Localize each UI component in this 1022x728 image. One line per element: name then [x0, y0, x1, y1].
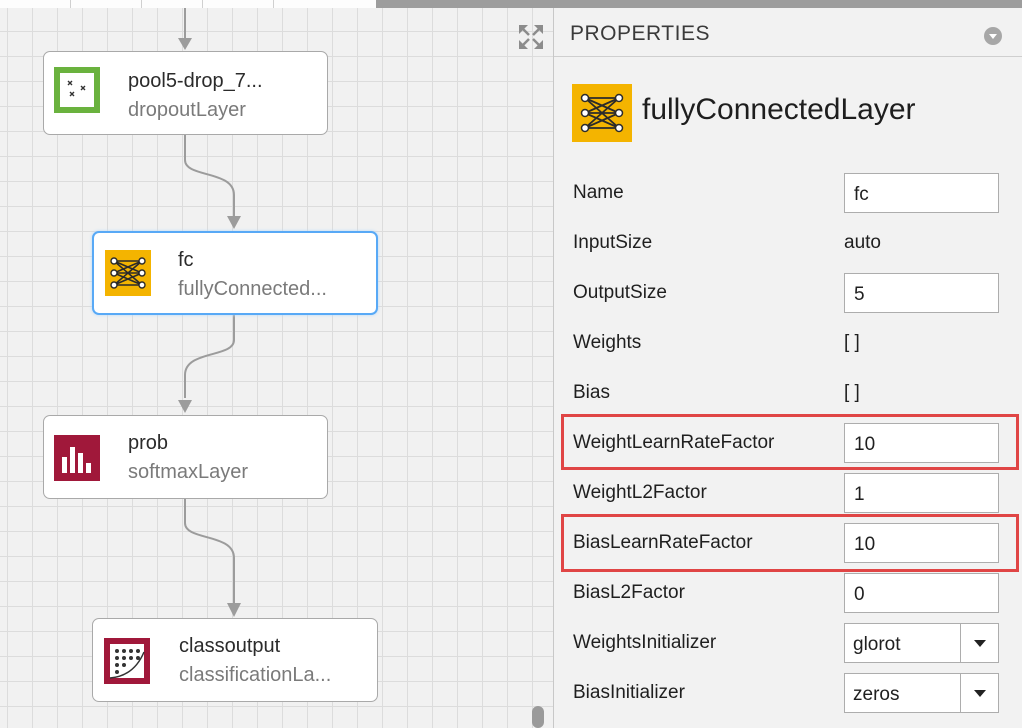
edge-prob-classoutput [184, 498, 235, 603]
highlight-box-biaslearnratefactor [561, 514, 1019, 572]
arrowhead-fc [227, 216, 241, 229]
layer-type: classificationLa... [179, 664, 332, 686]
layer-type: dropoutLayer [128, 99, 246, 121]
layer-name: classoutput [179, 635, 281, 657]
layer-type: softmaxLayer [128, 461, 249, 483]
weightl2factor-field[interactable]: 1 [844, 473, 999, 513]
biasl2factor-field[interactable]: 0 [844, 573, 999, 613]
layer-type: fullyConnected... [178, 278, 327, 300]
edge-pool5-fc [184, 135, 235, 218]
dropout-icon [54, 67, 100, 113]
window-top-band [376, 0, 1022, 8]
scrollbar-thumb[interactable] [532, 706, 544, 728]
panel-menu-icon[interactable] [984, 27, 1002, 45]
weightsinitializer-select[interactable]: glorot [844, 623, 999, 663]
prop-label-bias: Bias [573, 382, 610, 403]
chevron-down-icon[interactable] [960, 624, 998, 662]
inputsize-value: auto [844, 232, 881, 253]
properties-panel: PROPERTIES fullyConnectedLayer Name fc I… [553, 8, 1022, 728]
prop-label-biasl2factor: BiasL2Factor [573, 582, 685, 603]
layer-node-fc[interactable]: fc fullyConnected... [92, 231, 378, 315]
highlight-box-weightlearnratefactor [561, 414, 1019, 470]
select-value: zeros [853, 684, 900, 705]
select-value: glorot [853, 634, 901, 655]
arrowhead-prob [178, 400, 192, 413]
layer-node-pool5-drop[interactable]: pool5-drop_7... dropoutLayer [43, 51, 328, 135]
biasinitializer-select[interactable]: zeros [844, 673, 999, 713]
prop-label-name: Name [573, 182, 624, 203]
arrowhead-pool5 [178, 38, 192, 50]
layer-name: prob [128, 432, 169, 454]
softmax-icon [54, 435, 100, 481]
fit-to-view-icon[interactable] [517, 23, 545, 51]
panel-splitter[interactable] [528, 0, 553, 728]
outputsize-field[interactable]: 5 [844, 273, 999, 313]
layer-name: pool5-drop_7... [128, 70, 263, 92]
prop-label-biasinitializer: BiasInitializer [573, 682, 685, 703]
selected-layer-type: fullyConnectedLayer [642, 93, 916, 126]
properties-header: PROPERTIES [554, 8, 1022, 57]
prop-label-outputsize: OutputSize [573, 282, 667, 303]
classification-icon [104, 638, 150, 684]
properties-title: PROPERTIES [570, 22, 710, 45]
arrowhead-classoutput [227, 603, 241, 617]
prop-label-inputsize: InputSize [573, 232, 653, 253]
network-canvas[interactable]: pool5-drop_7... dropoutLayer fc fullyCon… [0, 0, 553, 728]
layer-name: fc [178, 249, 194, 271]
prop-label-weightl2factor: WeightL2Factor [573, 482, 707, 503]
layer-node-prob[interactable]: prob softmaxLayer [43, 415, 328, 499]
prop-label-weights: Weights [573, 332, 642, 353]
edge-fc-prob [184, 315, 235, 398]
fully-connected-icon [105, 250, 151, 296]
weights-value: [ ] [844, 332, 860, 353]
name-field[interactable]: fc [844, 173, 999, 213]
fully-connected-icon [572, 84, 632, 142]
layer-node-classoutput[interactable]: classoutput classificationLa... [92, 618, 378, 702]
chevron-down-icon[interactable] [960, 674, 998, 712]
prop-label-weightsinitializer: WeightsInitializer [573, 632, 717, 653]
bias-value: [ ] [844, 382, 860, 403]
